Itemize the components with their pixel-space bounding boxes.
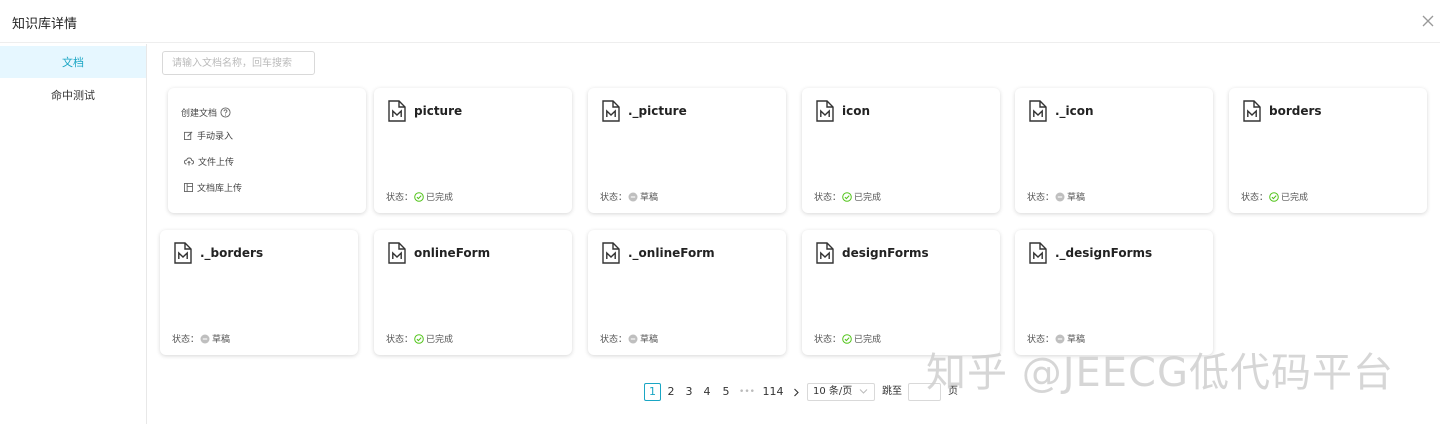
close-icon[interactable] [1420,13,1436,29]
document-status: 状态： 草稿 [600,334,659,345]
check-circle-icon [842,191,852,202]
markdown-file-icon [174,242,192,264]
sidebar-item-label: 命中测试 [51,89,95,102]
document-status: 状态： 草稿 [172,334,231,345]
document-name: borders [1269,104,1322,118]
sidebar-item-hit-test[interactable]: 命中测试 [0,79,146,111]
markdown-file-icon [816,242,834,264]
document-card[interactable]: ._borders 状态： 草稿 [160,230,358,355]
markdown-file-icon [602,242,620,264]
page-size-select[interactable]: 10 条/页 [807,383,875,401]
search-input[interactable] [162,51,315,75]
page-ellipsis[interactable]: ••• [737,383,757,401]
document-name: ._icon [1055,104,1094,118]
page-button-2[interactable]: 2 [664,383,678,401]
page-button-1[interactable]: 1 [644,383,661,401]
create-document-title: 创建文档 [181,106,231,119]
library-icon [184,183,193,192]
document-card[interactable]: picture 状态： 已完成 [374,88,572,213]
markdown-file-icon [602,100,620,122]
draft-circle-icon [628,192,638,201]
document-card[interactable]: onlineForm 状态： 已完成 [374,230,572,355]
create-document-card: 创建文档 手动录入 文件上传 文档库上传 [168,88,366,213]
draft-circle-icon [628,334,638,343]
document-status: 状态： 已完成 [814,333,882,345]
sidebar-item-documents[interactable]: 文档 [0,46,146,78]
file-upload-option[interactable]: 文件上传 [184,155,234,168]
document-card[interactable]: ._picture 状态： 草稿 [588,88,786,213]
document-status: 状态： 已完成 [814,191,882,203]
document-name: icon [842,104,871,118]
document-name: ._onlineForm [628,246,715,260]
edit-icon [184,131,193,140]
draft-circle-icon [1055,192,1065,201]
markdown-file-icon [388,242,406,264]
page-button-5[interactable]: 5 [719,383,733,401]
sidebar-item-label: 文档 [62,56,84,69]
document-name: picture [414,104,463,118]
check-circle-icon [1269,191,1279,202]
manual-entry-option[interactable]: 手动录入 [184,129,233,142]
cloud-upload-icon [184,157,194,166]
markdown-file-icon [1029,242,1047,264]
markdown-file-icon [1243,100,1261,122]
document-card[interactable]: designForms 状态： 已完成 [802,230,1000,355]
check-circle-icon [842,333,852,344]
markdown-file-icon [816,100,834,122]
page-button-4[interactable]: 4 [700,383,714,401]
check-circle-icon [414,333,424,344]
document-status: 状态： 已完成 [1241,191,1309,203]
document-card[interactable]: ._designForms 状态： 草稿 [1015,230,1213,355]
document-status: 状态： 草稿 [1027,192,1086,203]
jump-label: 跳至 [882,386,902,397]
document-name: designForms [842,246,929,260]
document-name: ._designForms [1055,246,1153,260]
draft-circle-icon [200,334,210,343]
watermark: 知乎 @JEECG低代码平台 [926,350,1394,396]
page-button-3[interactable]: 3 [682,383,696,401]
chevron-down-icon [859,389,868,394]
document-name: ._picture [628,104,687,118]
check-circle-icon [414,191,424,202]
document-card[interactable]: borders 状态： 已完成 [1229,88,1427,213]
document-status: 状态： 草稿 [600,192,659,203]
library-upload-option[interactable]: 文档库上传 [184,181,242,194]
document-status: 状态： 已完成 [386,191,454,203]
document-status: 状态： 已完成 [386,333,454,345]
document-name: ._borders [200,246,264,260]
question-circle-icon[interactable] [220,107,231,118]
document-card[interactable]: icon 状态： 已完成 [802,88,1000,213]
document-card[interactable]: ._onlineForm 状态： 草稿 [588,230,786,355]
next-page-button[interactable] [790,383,802,401]
page-button-last[interactable]: 114 [761,383,785,401]
modal-header: 知识库详情 [0,0,1440,43]
document-name: onlineForm [414,246,491,260]
document-card[interactable]: ._icon 状态： 草稿 [1015,88,1213,213]
chevron-right-icon [793,388,799,397]
markdown-file-icon [1029,100,1047,122]
modal-title: 知识库详情 [12,17,78,32]
markdown-file-icon [388,100,406,122]
sidebar: 文档 命中测试 [0,44,147,424]
